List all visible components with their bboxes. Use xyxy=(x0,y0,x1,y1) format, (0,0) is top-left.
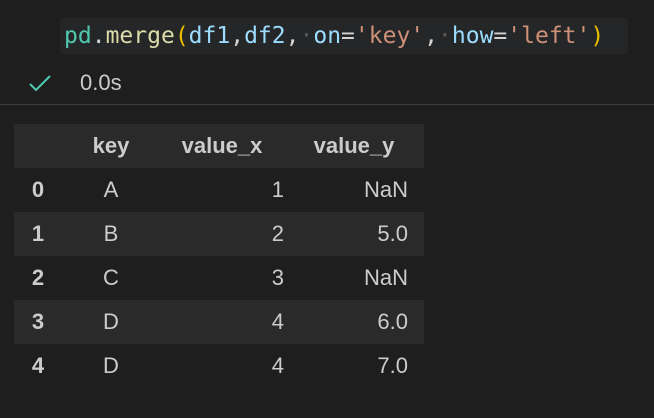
dataframe-output: key value_x value_y 0 A 1 NaN 1 B 2 5.0 2 C 3 NaN 3 D… xyxy=(14,124,424,388)
cell-value-x: 3 xyxy=(271,265,284,290)
execution-status: 0.0s xyxy=(28,66,122,100)
code-token: . xyxy=(91,23,106,49)
row-index: 3 xyxy=(31,309,45,334)
column-header-value-y: value_y xyxy=(313,133,395,158)
table-header-row: key value_x value_y xyxy=(14,124,424,168)
code-token: 'left' xyxy=(507,23,591,49)
code-token: ( xyxy=(174,23,189,49)
cell-value-y: NaN xyxy=(363,265,408,290)
code-token: pd xyxy=(64,23,92,49)
code-token: · xyxy=(438,23,452,49)
code-token: df2 xyxy=(244,23,286,49)
cell-value-x: 4 xyxy=(271,309,284,334)
column-header-key: key xyxy=(92,133,130,158)
cell-value-y: NaN xyxy=(363,177,408,202)
code-token: on xyxy=(313,23,342,49)
code-token: = xyxy=(341,23,355,49)
code-token: , xyxy=(424,23,439,49)
cell-key: D xyxy=(103,353,119,378)
cell-key: A xyxy=(103,177,119,202)
cell-value-x: 2 xyxy=(271,221,284,246)
code-token: ) xyxy=(590,23,605,49)
code-token: · xyxy=(299,23,314,49)
table-row: 0 A 1 NaN xyxy=(14,168,424,212)
code-token: , xyxy=(230,23,245,49)
output-divider xyxy=(0,104,654,105)
code-token: merge xyxy=(105,23,175,49)
code-cell[interactable]: pd.merge(df1,df2,·on='key',·how='left') xyxy=(60,18,628,54)
column-header-index xyxy=(14,124,62,168)
table-row: 4 D 4 7.0 xyxy=(14,344,424,388)
cell-value-y: 6.0 xyxy=(377,309,408,334)
table-row: 1 B 2 5.0 xyxy=(14,212,424,256)
cell-value-y: 7.0 xyxy=(377,353,408,378)
execution-time: 0.0s xyxy=(80,70,122,95)
cell-value-x: 1 xyxy=(271,177,284,202)
table-row: 3 D 4 6.0 xyxy=(14,300,424,344)
row-index: 4 xyxy=(31,353,45,378)
row-index: 1 xyxy=(31,221,45,246)
cell-value-y: 5.0 xyxy=(377,221,408,246)
row-index: 0 xyxy=(31,177,45,202)
cell-key: B xyxy=(103,221,119,246)
cell-key: C xyxy=(103,265,119,290)
check-icon xyxy=(28,73,52,93)
code-token: how xyxy=(451,23,494,49)
code-token: = xyxy=(493,23,508,49)
table-row: 2 C 3 NaN xyxy=(14,256,424,300)
code-token: 'key' xyxy=(354,23,425,49)
cell-value-x: 4 xyxy=(271,353,284,378)
cell-key: D xyxy=(103,309,119,334)
column-header-value-x: value_x xyxy=(181,133,263,158)
row-index: 2 xyxy=(31,265,45,290)
code-token: df1 xyxy=(188,23,231,49)
code-token: , xyxy=(285,23,300,49)
